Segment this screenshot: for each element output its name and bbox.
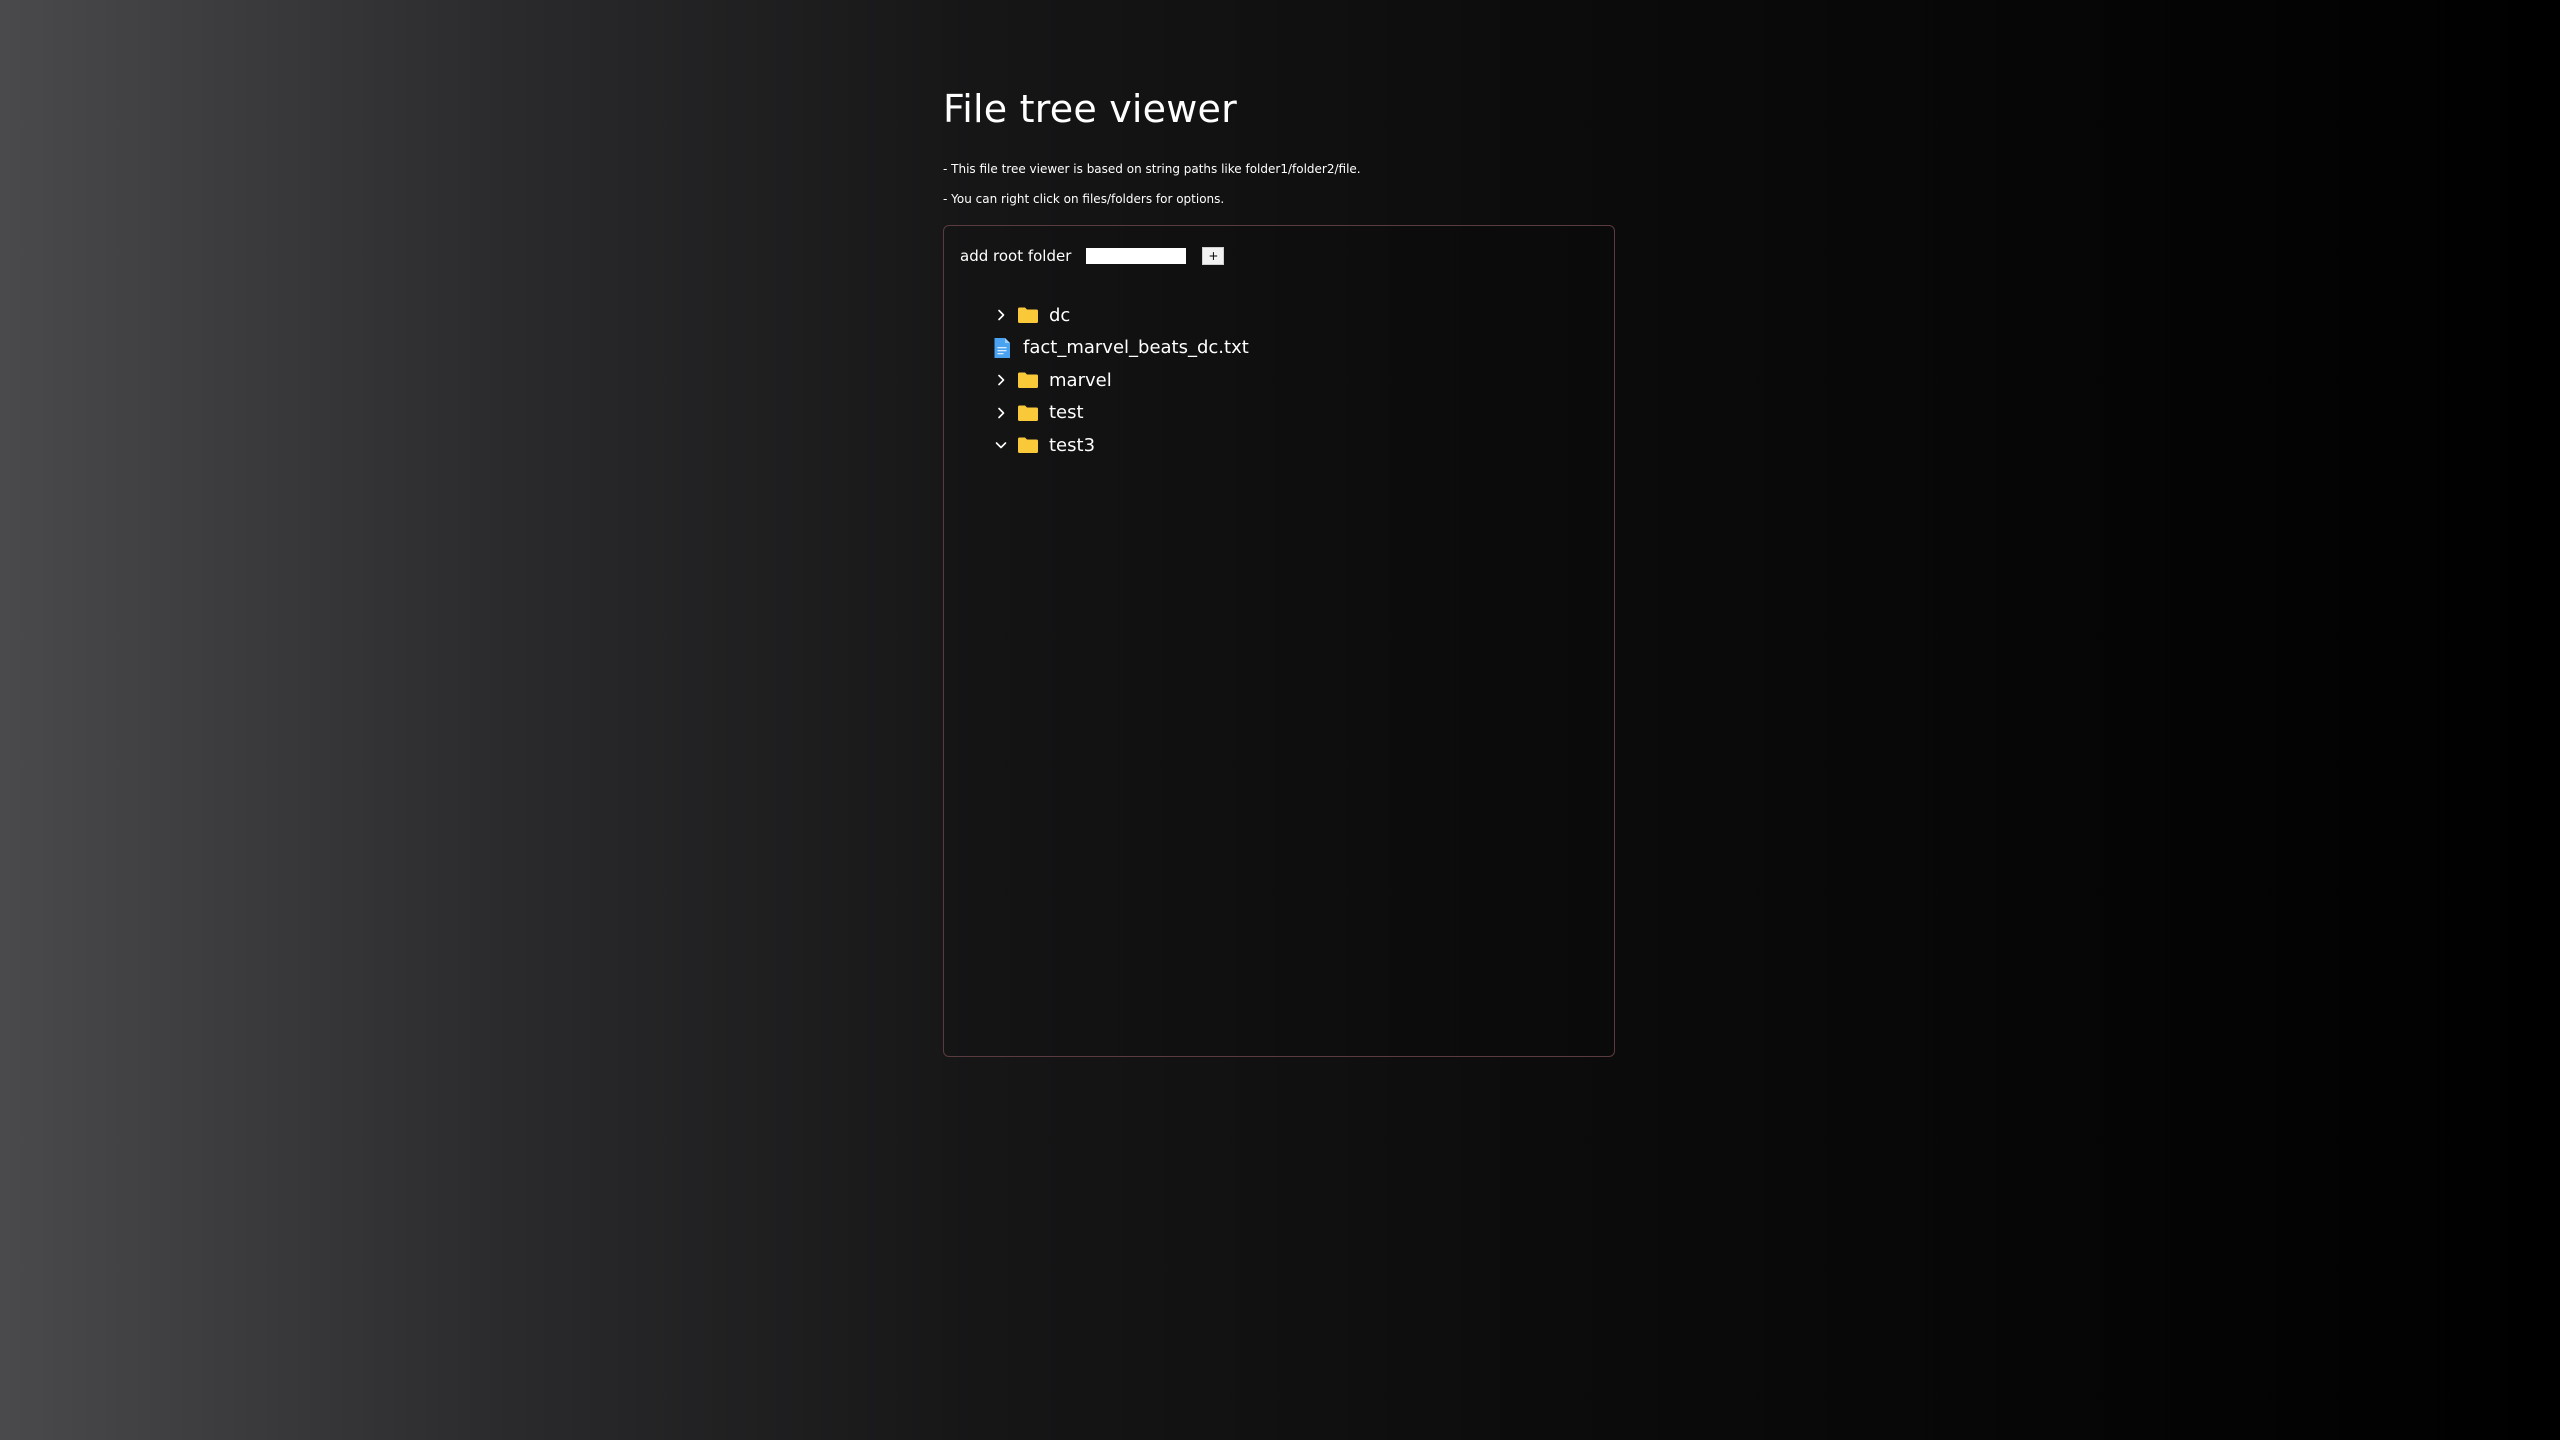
tree-node-test[interactable]: test bbox=[993, 397, 1249, 430]
tree-node-label: test3 bbox=[1049, 434, 1096, 456]
file-tree: dc fact_marvel_beats_dc.txt marvel test … bbox=[993, 299, 1249, 462]
folder-icon bbox=[1017, 436, 1039, 454]
file-icon bbox=[993, 337, 1011, 359]
chevron-right-icon[interactable] bbox=[993, 372, 1009, 388]
tree-node-fact-marvel-beats-dc[interactable]: fact_marvel_beats_dc.txt bbox=[993, 332, 1249, 365]
tree-node-label: marvel bbox=[1049, 369, 1112, 391]
tree-node-dc[interactable]: dc bbox=[993, 299, 1249, 332]
add-root-label: add root folder bbox=[960, 247, 1072, 265]
folder-icon bbox=[1017, 306, 1039, 324]
tree-node-test3[interactable]: test3 bbox=[993, 429, 1249, 462]
add-root-button[interactable]: + bbox=[1202, 247, 1225, 265]
chevron-down-icon[interactable] bbox=[993, 437, 1009, 453]
note-string-paths: - This file tree viewer is based on stri… bbox=[943, 162, 1361, 176]
tree-node-label: dc bbox=[1049, 304, 1071, 326]
chevron-right-icon[interactable] bbox=[993, 405, 1009, 421]
tree-node-label: fact_marvel_beats_dc.txt bbox=[1023, 337, 1249, 359]
notes: - This file tree viewer is based on stri… bbox=[943, 160, 1617, 208]
file-tree-panel: add root folder + dc fact_marvel_beats_d… bbox=[943, 225, 1615, 1057]
app-container: File tree viewer - This file tree viewer… bbox=[943, 80, 1617, 1057]
chevron-right-icon[interactable] bbox=[993, 307, 1009, 323]
add-root-input[interactable] bbox=[1086, 248, 1187, 264]
tree-node-marvel[interactable]: marvel bbox=[993, 364, 1249, 397]
tree-node-label: test bbox=[1049, 402, 1084, 424]
add-root-form: add root folder + bbox=[960, 246, 1225, 266]
folder-icon bbox=[1017, 404, 1039, 422]
page-title: File tree viewer bbox=[943, 87, 1237, 131]
note-right-click: - You can right click on files/folders f… bbox=[943, 192, 1225, 206]
folder-icon bbox=[1017, 371, 1039, 389]
